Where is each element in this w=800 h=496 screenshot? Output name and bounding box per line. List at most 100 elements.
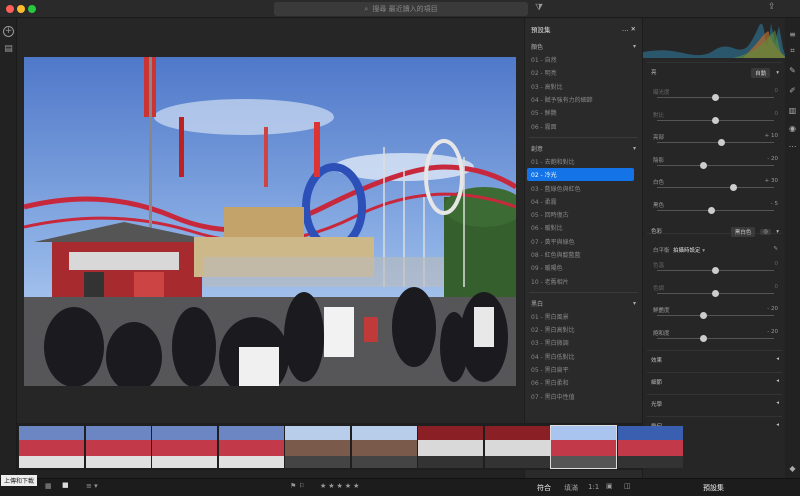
more-icon[interactable]: ⋯	[788, 142, 797, 151]
slider-knob[interactable]	[700, 161, 708, 169]
slider-label: 亮部	[653, 135, 665, 141]
slider-track[interactable]	[657, 164, 774, 166]
slider-knob[interactable]	[712, 94, 719, 101]
preset-item[interactable]: 06 - 黑白柔和	[525, 376, 642, 389]
edit-section-header[interactable]: 效果 ◂	[651, 356, 779, 364]
color-section-header[interactable]: 色彩 黑白色 ◎ ▾	[651, 227, 779, 237]
detail-view-icon[interactable]: ■	[62, 481, 69, 489]
auto-button[interactable]: 自動	[751, 68, 771, 78]
preset-item[interactable]: 01 - 黑白風景	[525, 310, 642, 323]
fit-button[interactable]: 符合	[537, 483, 551, 493]
filmstrip-thumbnail[interactable]	[550, 425, 617, 469]
preset-item[interactable]: 04 - 賦予強有力的細節	[525, 93, 642, 106]
color-mix-icon[interactable]: ◎	[760, 229, 772, 235]
slider-track[interactable]	[657, 209, 774, 211]
preset-item[interactable]: 01 - 去飽和對比	[525, 155, 642, 168]
preset-item[interactable]: 02 - 黑白高對比	[525, 323, 642, 336]
preset-item[interactable]: 03 - 藍綠色與紅色	[525, 181, 642, 194]
zoom-window-button[interactable]	[28, 5, 36, 13]
slider-knob[interactable]	[712, 116, 719, 124]
slider-knob[interactable]	[717, 139, 725, 146]
preset-item[interactable]: 07 - 黃平與綠色	[525, 235, 642, 248]
linear-gradient-icon[interactable]: ▥	[788, 106, 797, 115]
edit-sliders-icon[interactable]: ≡	[788, 30, 797, 39]
preset-item[interactable]: 03 - 高對比	[525, 80, 642, 93]
preset-item[interactable]: 10 - 老舊相片	[525, 274, 642, 287]
edit-section-header[interactable]: 光學 ◂	[651, 400, 779, 408]
slider-track[interactable]	[657, 142, 774, 143]
filmstrip-thumbnail[interactable]	[19, 426, 84, 468]
preset-item[interactable]: 06 - 暖對比	[525, 221, 642, 234]
slider-knob[interactable]	[712, 267, 719, 274]
filmstrip-thumbnail[interactable]	[484, 426, 550, 468]
panel-toggle-icon[interactable]: ◫	[624, 482, 631, 490]
preset-item[interactable]: 04 - 柔霧	[525, 195, 642, 208]
preset-item[interactable]: 07 - 黑白中性值	[525, 390, 642, 403]
filmstrip-thumbnail[interactable]	[351, 426, 417, 468]
preset-item[interactable]: 04 - 黑白低對比	[525, 350, 642, 363]
filter-icon[interactable]: ⧩	[535, 3, 543, 13]
presets-button[interactable]: 預設集	[703, 483, 724, 493]
preset-item[interactable]: 08 - 紅色與靛藍藍	[525, 248, 642, 261]
white-balance-select[interactable]: 拍攝時設定	[673, 248, 701, 254]
color-title: 色彩	[651, 229, 663, 235]
tag-icon[interactable]: ◆	[788, 464, 797, 473]
sort-icon[interactable]: ≡ ▾	[86, 482, 98, 490]
eyedropper-icon[interactable]: ✎	[773, 246, 778, 254]
presets-more-icon[interactable]: … ✕	[622, 25, 636, 33]
filmstrip-thumbnail[interactable]	[617, 426, 683, 468]
add-photos-icon[interactable]: +	[3, 26, 14, 37]
minimize-window-button[interactable]	[17, 5, 25, 13]
filmstrip-thumbnail[interactable]	[418, 426, 483, 468]
slider-track[interactable]	[657, 315, 774, 316]
preset-item[interactable]: 09 - 暖陽色	[525, 261, 642, 274]
edit-section-header[interactable]: 細節 ◂	[651, 378, 779, 386]
divider	[647, 62, 782, 63]
flag-icon[interactable]: ⚑ ⚐	[290, 482, 305, 490]
light-section-header[interactable]: 亮 自動 ▾	[651, 68, 779, 78]
compare-icon[interactable]: ▣	[606, 482, 613, 490]
close-window-button[interactable]	[6, 5, 14, 13]
slider-label: 飽和度	[653, 330, 670, 337]
filmstrip-thumbnail[interactable]	[85, 426, 151, 468]
chevron-down-icon: ▾	[632, 43, 636, 50]
slider-track[interactable]	[657, 187, 774, 188]
slider-knob[interactable]	[712, 289, 719, 297]
preset-group-header[interactable]: 黑白 ▾	[525, 297, 642, 310]
slider-row: 鮮艷度 - 20	[653, 306, 778, 320]
preset-item[interactable]: 06 - 霧面	[525, 119, 642, 132]
slider-knob[interactable]	[729, 184, 737, 191]
crop-icon[interactable]: ⌗	[788, 46, 797, 55]
filmstrip-thumbnail[interactable]	[285, 426, 350, 468]
grid-view-icon[interactable]: ▦	[45, 482, 52, 490]
filmstrip-thumbnail[interactable]	[218, 426, 284, 468]
preset-item[interactable]: 03 - 黑白微調	[525, 336, 642, 349]
slider-track[interactable]	[657, 337, 774, 339]
white-balance-row[interactable]: 白平衡 拍攝時設定 ▾ ✎	[653, 246, 778, 254]
share-icon[interactable]: ⇪	[768, 2, 776, 12]
search-input[interactable]: ⌕ 搜尋 最近讀入的項目	[274, 2, 528, 16]
slider-knob[interactable]	[700, 312, 708, 319]
one-to-one-button[interactable]: 1:1	[588, 483, 599, 491]
slider-knob[interactable]	[708, 206, 716, 214]
preset-item[interactable]: 02 - 明亮	[525, 66, 642, 79]
preset-group-header[interactable]: 創意 ▾	[525, 142, 642, 155]
star-rating[interactable]: ★★★★★	[320, 482, 361, 490]
black-white-button[interactable]: 黑白色	[730, 227, 756, 237]
radial-gradient-icon[interactable]: ◉	[788, 124, 797, 133]
preset-item[interactable]: 05 - 鮮艷	[525, 106, 642, 119]
preset-item[interactable]: 05 - 回時復古	[525, 208, 642, 221]
library-icon[interactable]: ▤	[3, 44, 14, 55]
slider-knob[interactable]	[700, 334, 708, 342]
healing-brush-icon[interactable]: ✎	[788, 66, 797, 75]
preset-item[interactable]: 01 - 自然	[525, 53, 642, 66]
divider	[529, 136, 638, 138]
fill-button[interactable]: 填滿	[564, 483, 578, 493]
brush-icon[interactable]: ✐	[788, 86, 797, 95]
filmstrip-thumbnail[interactable]	[152, 426, 217, 468]
filmstrip	[17, 423, 683, 470]
preset-item[interactable]: 02 - 冷光	[527, 168, 634, 182]
preset-item[interactable]: 05 - 黑白扁平	[525, 363, 642, 376]
preset-group-header[interactable]: 顏色 ▾	[525, 40, 642, 53]
divider	[647, 350, 782, 351]
